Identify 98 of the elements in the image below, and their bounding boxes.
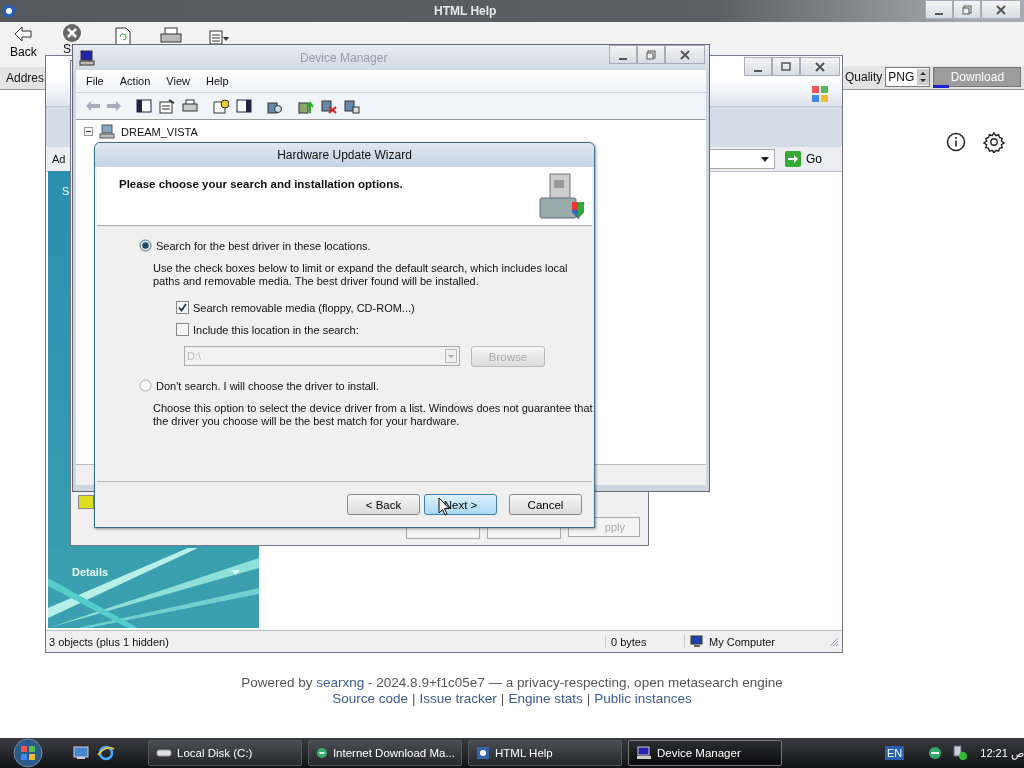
computer-icon [690,635,704,648]
window-title: Device Manager [300,51,388,65]
footer-link[interactable]: Source code [332,691,409,706]
footer-text: Powered by searxng - 2024.8.9+f1c05e7 — a privacy-respecting, open metasearch engine [240,675,784,690]
restore-button[interactable] [953,0,981,19]
back-button[interactable]: Back [10,26,37,59]
separator-text: | [412,691,416,706]
checkbox-label[interactable]: Search removable media (floppy, CD-ROM...) [193,301,415,314]
help-icon [476,746,490,760]
drive-icon [78,495,94,509]
taskbar-button[interactable]: Device Manager [628,740,782,766]
computer-icon [79,49,95,66]
maximize-icon [781,61,791,72]
refresh-icon[interactable] [114,27,132,47]
taskbar-button[interactable]: HTML Help [468,740,622,766]
uninstall-icon[interactable] [321,98,337,114]
radio-label[interactable]: Don't search. I will choose the driver to install. [156,379,379,392]
stop-icon[interactable] [62,23,82,43]
show-desktop-icon[interactable] [73,746,89,760]
taskbar-button[interactable]: Internet Download Ma... [308,740,462,766]
minimize-icon [754,69,762,72]
caret-icon [231,569,240,575]
close-icon [995,4,1007,15]
help-icon[interactable] [213,98,229,114]
restore-icon [962,4,972,15]
radio-label[interactable]: Search for the best driver in these locations. [156,239,371,252]
radio-button[interactable] [139,239,152,252]
go-button[interactable]: Go [779,150,828,168]
restore-button[interactable] [637,45,665,64]
drive-icon [156,749,172,757]
wizard-heading: Please choose your search and installation options. [119,178,403,190]
browser-icon[interactable] [97,745,115,761]
format-select[interactable]: PNG [885,67,931,87]
disable-device-icon[interactable] [344,98,360,114]
maximize-button[interactable] [772,57,800,76]
close-button[interactable] [981,0,1021,19]
separator-text: | [586,691,591,706]
spin-arrows-icon [917,69,930,85]
checkbox-label[interactable]: Include this location in the search: [193,323,359,336]
minimize-button[interactable] [925,0,953,19]
windows-logo-icon [810,84,830,104]
connection-icon[interactable] [952,745,969,761]
address-label: Ad [52,153,66,165]
close-button[interactable] [800,57,840,76]
minimize-icon [935,12,943,15]
footer-link[interactable]: Engine stats [508,691,583,706]
view-pane-icon[interactable] [236,99,252,113]
wizard-button[interactable]: Cancel [509,494,582,515]
window-title: HTML Help [434,4,497,18]
dialog-title: Hardware Update Wizard [277,148,412,162]
close-button[interactable] [665,45,705,64]
close-icon [814,61,826,72]
footer-link[interactable]: Issue tracker [419,691,497,706]
start-button[interactable] [11,738,45,768]
address-label: Addres [6,71,45,85]
option-description: Use the check boxes below to limit or expand the default search, which includes local paths and removable media. The best driver found will be installed. [153,262,569,288]
stop-label[interactable]: S [63,43,71,55]
computer-icon [636,746,652,760]
wizard-button[interactable]: < Back [347,494,420,515]
option-description: Choose this option to select the device driver from a list. Windows does not guarantee that the driver you choose will be the best match for your hardware. [153,402,593,428]
clock[interactable]: 12:21 ص [980,746,1024,760]
footer-link[interactable]: Public instances [594,691,692,706]
close-icon [679,49,691,60]
back-arrow-icon [14,26,33,42]
menu-item[interactable]: Action [113,73,157,89]
status-text: 3 objects (plus 1 hidden) [49,635,170,648]
settings-icon[interactable] [983,131,1005,153]
console-tree-icon[interactable] [136,99,152,113]
address-field[interactable] [708,149,775,169]
resize-grip-icon[interactable] [829,636,839,647]
pane-label: S [62,185,70,197]
status-text: My Computer [709,635,776,648]
restore-icon [646,49,656,60]
minimize-button[interactable] [744,57,772,76]
searxng-link[interactable]: searxng [316,675,365,690]
info-icon[interactable] [946,132,966,152]
dropdown-arrow-icon [761,156,769,162]
print-icon[interactable] [160,27,182,45]
checkbox[interactable] [176,301,189,314]
minimize-button[interactable] [609,45,637,64]
separator-text: | [500,691,505,706]
checkbox[interactable] [176,323,189,336]
menu-item[interactable]: File [80,73,110,89]
radio-button[interactable] [139,379,152,392]
print-icon[interactable] [182,99,198,113]
menu-item[interactable]: Help [199,73,235,89]
properties-icon[interactable] [159,98,175,114]
status-text: 0 bytes [605,635,684,648]
language-indicator[interactable]: EN [885,746,905,760]
quality-label: Quality [845,70,883,84]
hardware-toolbox-icon [538,172,586,222]
help-icon [2,4,16,18]
options-icon[interactable] [208,27,230,45]
tree-item[interactable]: DREAM_VISTA [121,125,198,138]
taskbar-button[interactable]: Local Disk (C:) [148,740,302,766]
menu-item[interactable]: View [160,73,196,89]
collapse-toggle[interactable] [84,127,93,136]
computer-icon [99,124,115,139]
